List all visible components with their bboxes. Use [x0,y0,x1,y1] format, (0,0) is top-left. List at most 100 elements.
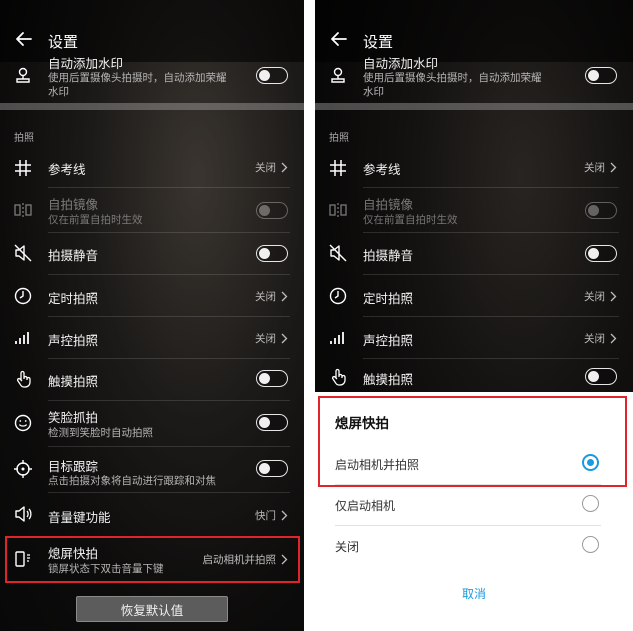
item-value: 关闭 [584,160,617,175]
item-subtitle: 检测到笑脸时自动拍照 [48,427,153,439]
settings-screen-right: 设置 自动添加水印 使用后置摄像头拍摄时，自动添加荣耀 水印 拍照 参考线 关闭… [315,0,633,631]
chevron-right-icon [281,291,288,302]
radio-selected[interactable] [582,454,599,471]
voice-bars-icon [328,328,348,348]
section-title: 拍照 [329,133,349,144]
option-off[interactable]: 关闭 [315,526,633,566]
smile-capture-toggle[interactable] [256,414,288,431]
option-label: 关闭 [335,540,360,554]
item-label: 参考线 [48,162,86,177]
touch-capture-item[interactable]: 触摸拍照 [0,359,304,399]
chevron-right-icon [281,510,288,521]
watermark-toggle[interactable] [585,67,617,84]
timer-item[interactable]: 定时拍照 关闭 [315,275,633,315]
radio-unselected[interactable] [582,495,599,512]
watermark-item[interactable]: 自动添加水印 使用后置摄像头拍摄时，自动添加荣耀 水印 [0,54,304,100]
item-label: 自拍镜像 [48,197,99,212]
item-label: 声控拍照 [363,333,414,348]
touch-capture-toggle[interactable] [256,370,288,387]
watermark-toggle[interactable] [256,67,288,84]
touch-icon [13,369,33,389]
item-label: 定时拍照 [48,291,99,306]
smile-icon [13,413,33,433]
item-value: 关闭 [255,331,288,346]
item-label: 笑脸抓拍 [48,410,99,425]
watermark-item[interactable]: 自动添加水印 使用后置摄像头拍摄时，自动添加荣耀 水印 [315,54,633,100]
option-launch-only[interactable]: 仅启动相机 [315,485,633,525]
voice-control-item[interactable]: 声控拍照 关闭 [315,317,633,357]
item-value: 关闭 [584,289,617,304]
touch-capture-toggle[interactable] [585,368,617,385]
grid-icon [328,158,348,178]
item-value: 关闭 [255,289,288,304]
item-value: 关闭 [255,160,288,175]
volume-key-item[interactable]: 音量键功能 快门 [0,493,304,535]
timer-icon [328,286,348,306]
radio-unselected[interactable] [582,536,599,553]
item-subtitle: 仅在前置自拍时生效 [48,214,143,226]
screen-off-snap-item[interactable]: 熄屏快拍 锁屏状态下双击音量下键 启动相机并拍照 [0,536,304,582]
smile-capture-item[interactable]: 笑脸抓拍 检测到笑脸时自动拍照 [0,401,304,445]
selfie-mirror-item[interactable]: 自拍镜像 仅在前置自拍时生效 [315,188,633,232]
object-tracking-item[interactable]: 目标跟踪 点击拍摄对象将自动进行跟踪和对焦 [0,447,304,491]
item-label: 触摸拍照 [363,372,414,387]
voice-bars-icon [13,328,33,348]
stamp-icon [328,66,348,86]
volume-icon [13,504,33,524]
item-label: 参考线 [363,162,401,177]
selfie-mirror-toggle [585,202,617,219]
grid-icon [13,158,33,178]
mirror-icon [328,200,348,220]
item-label: 音量键功能 [48,510,111,525]
touch-icon [328,367,348,387]
settings-screen-left: 设置 自动添加水印 使用后置摄像头拍摄时，自动添加荣耀 水印 拍照 参考线 关闭… [0,0,304,631]
target-icon [13,459,33,479]
back-arrow-icon[interactable] [329,29,349,53]
chevron-right-icon [610,162,617,173]
touch-capture-item[interactable]: 触摸拍照 [315,359,633,393]
voice-control-item[interactable]: 声控拍照 关闭 [0,317,304,357]
item-label: 声控拍照 [48,333,99,348]
timer-item[interactable]: 定时拍照 关闭 [0,275,304,315]
mirror-icon [13,200,33,220]
item-subtitle: 使用后置摄像头拍摄时，自动添加荣耀 [363,72,542,84]
stamp-icon [13,66,33,86]
chevron-right-icon [281,162,288,173]
item-label: 触摸拍照 [48,374,99,389]
gridlines-item[interactable]: 参考线 关闭 [0,148,304,188]
item-label: 熄屏快拍 [48,546,99,561]
mute-icon [328,243,348,263]
item-subtitle: 锁屏状态下双击音量下键 [48,563,164,575]
gridlines-item[interactable]: 参考线 关闭 [315,148,633,188]
item-label: 自拍镜像 [363,197,414,212]
section-title: 拍照 [14,133,34,144]
screen-off-snap-icon [13,549,33,569]
item-subtitle-2: 水印 [48,86,69,98]
shutter-mute-item[interactable]: 拍摄静音 [0,233,304,273]
item-label: 拍摄静音 [48,248,99,263]
cancel-button[interactable]: 取消 [315,585,633,602]
screen-off-snap-dialog: 熄屏快拍 启动相机并拍照 仅启动相机 关闭 取消 [315,392,633,631]
item-subtitle-2: 水印 [363,86,384,98]
item-subtitle: 仅在前置自拍时生效 [363,214,458,226]
timer-icon [13,286,33,306]
item-value: 快门 [255,508,288,523]
page-title: 设置 [363,32,394,51]
selfie-mirror-toggle [256,202,288,219]
selfie-mirror-item[interactable]: 自拍镜像 仅在前置自拍时生效 [0,188,304,232]
dialog-title: 熄屏快拍 [335,416,389,432]
option-launch-and-capture[interactable]: 启动相机并拍照 [315,444,633,484]
shutter-mute-item[interactable]: 拍摄静音 [315,233,633,273]
shutter-mute-toggle[interactable] [256,245,288,262]
back-arrow-icon[interactable] [14,29,34,53]
chevron-right-icon [281,333,288,344]
item-subtitle: 使用后置摄像头拍摄时，自动添加荣耀 [48,72,227,84]
chevron-right-icon [610,333,617,344]
option-label: 启动相机并拍照 [335,458,420,472]
item-value: 关闭 [584,331,617,346]
mute-icon [13,243,33,263]
item-label: 拍摄静音 [363,248,414,263]
object-tracking-toggle[interactable] [256,460,288,477]
restore-defaults-button[interactable]: 恢复默认值 [76,596,228,622]
shutter-mute-toggle[interactable] [585,245,617,262]
